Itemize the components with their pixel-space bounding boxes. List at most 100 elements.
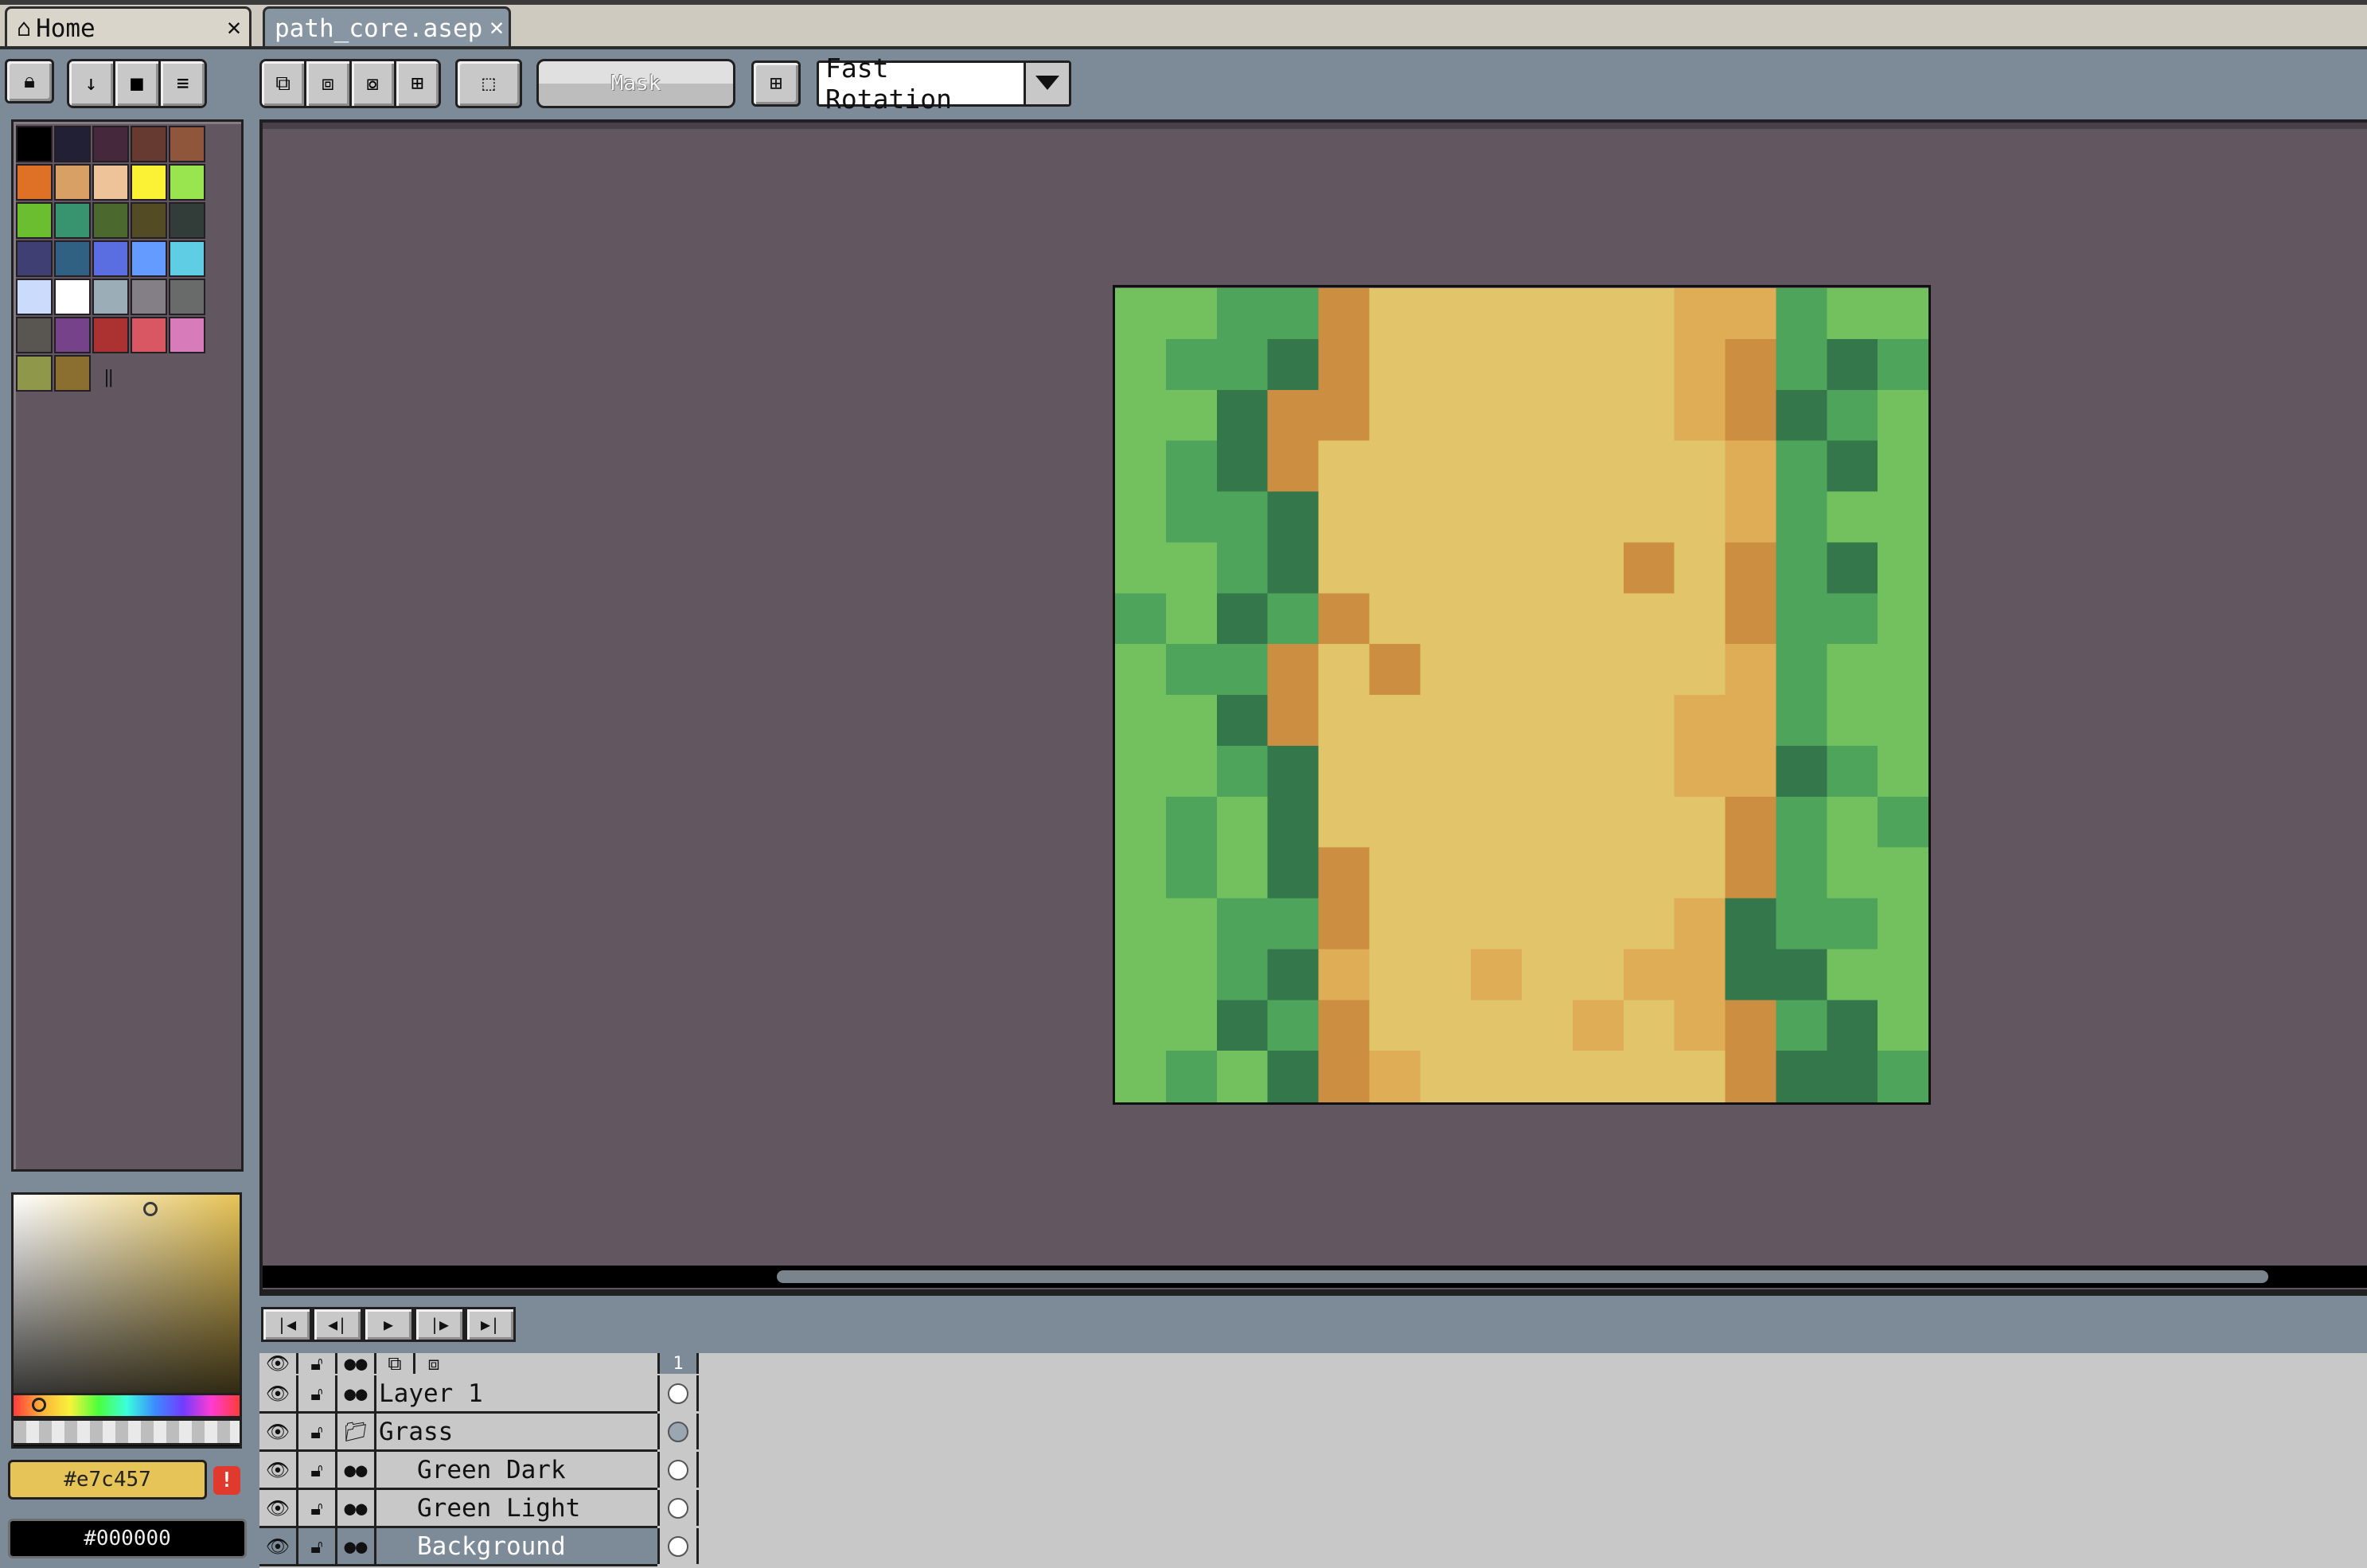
palette-swatch[interactable] [169,164,205,201]
play-button[interactable]: ▶ [363,1307,414,1342]
eye-icon[interactable]: 👁︎ [259,1528,298,1564]
sprite-pixel [1267,695,1320,747]
palette-swatch[interactable] [169,126,205,162]
continuous-icon[interactable]: ●● [337,1528,376,1564]
lock-icon[interactable]: 🔓︎ [298,1452,337,1488]
save-palette-button[interactable]: ■ [115,61,162,106]
layer-row[interactable]: 👁︎ 🔓︎ ●● Background [259,1528,699,1566]
add-selection-button[interactable]: ⧈ [306,61,352,106]
palette-resize-handle[interactable]: ‖ [103,368,114,388]
palette-swatch[interactable] [92,126,129,162]
palette-swatch[interactable] [54,240,91,277]
picker-cursor[interactable] [143,1202,158,1216]
palette-swatch[interactable] [131,317,167,353]
lock-icon[interactable]: 🔓︎ [298,1375,337,1411]
palette-swatch[interactable] [54,126,91,162]
link-icon[interactable]: ⧉ [376,1352,415,1375]
palette-swatch[interactable] [92,279,129,315]
palette-swatch[interactable] [169,317,205,353]
lock-button[interactable]: 🔒︎ [5,59,54,103]
cel[interactable] [657,1490,699,1526]
palette-swatch[interactable] [92,240,129,277]
pivot-button[interactable]: ⊞ [751,60,801,107]
eye-icon[interactable]: 👁︎ [259,1375,298,1411]
palette-swatch[interactable] [16,317,53,353]
close-icon[interactable]: ✕ [227,14,241,41]
lock-icon[interactable]: 🔓︎ [298,1528,337,1564]
rotation-algorithm-select[interactable]: Fast Rotation [817,53,1071,115]
continuous-icon[interactable]: ●● [337,1452,376,1488]
layer-row[interactable]: 👁︎ 🔓︎ ●● Layer 1 [259,1375,699,1414]
frame-header-1[interactable]: 1 [657,1353,699,1374]
cel[interactable] [657,1528,699,1564]
subtract-selection-button[interactable]: ⧇ [352,61,396,106]
lock-icon[interactable]: 🔓︎ [298,1352,337,1375]
sprite-pixel [1216,491,1269,544]
eye-icon[interactable]: 👁︎ [259,1452,298,1488]
continuous-icon[interactable]: ●● [337,1490,376,1526]
palette-swatch[interactable] [16,126,53,162]
next-frame-button[interactable]: |▶ [414,1307,465,1342]
palette-swatch[interactable] [92,164,129,201]
palette-swatch[interactable] [92,202,129,239]
background-color-field[interactable]: #000000 [8,1519,247,1558]
eye-icon[interactable]: 👁︎ [259,1414,298,1449]
foreground-color-field[interactable]: #e7c457 [8,1460,207,1500]
first-frame-button[interactable]: |◀ [261,1307,312,1342]
palette-swatch[interactable] [131,279,167,315]
intersect-selection-button[interactable]: ⊞ [396,61,439,106]
tab-home[interactable]: ⌂ Home ✕ [5,6,252,48]
layer-row[interactable]: 👁︎ 🔓︎ ●● Green Light [259,1490,699,1528]
sort-down-button[interactable]: ↓ [69,61,115,106]
layer-row[interactable]: 👁︎ 🔓︎ ●● Green Dark [259,1452,699,1490]
chevron-down-icon[interactable] [1024,63,1069,104]
palette-menu-button[interactable]: ≡ [161,61,205,106]
palette-swatch[interactable] [169,240,205,277]
folder-icon[interactable]: 📁︎ [337,1414,376,1449]
palette-swatch[interactable] [54,279,91,315]
alpha-slider[interactable] [11,1418,242,1445]
cel[interactable] [657,1452,699,1488]
tab-path-core[interactable]: path_core.asep ✕ [263,6,511,48]
lock-icon[interactable]: 🔓︎ [298,1490,337,1526]
palette-swatch[interactable] [131,126,167,162]
sprite-pixel [1776,1051,1828,1102]
palette-swatch[interactable] [169,202,205,239]
previous-frame-button[interactable]: ◀| [312,1307,363,1342]
sprite-pixel [1623,1051,1675,1102]
cel[interactable] [657,1375,699,1411]
palette-swatch[interactable] [92,317,129,353]
palette-swatch[interactable] [16,355,53,392]
layer-row[interactable]: 👁︎ 🔓︎ 📁︎ Grass [259,1414,699,1452]
sprite-pixel [1471,796,1523,848]
eye-icon[interactable]: 👁︎ [259,1352,298,1375]
palette-swatch[interactable] [16,279,53,315]
transparent-color-button[interactable]: ⬚ [455,59,522,108]
layer-options-icon[interactable]: ⧈ [415,1352,452,1375]
lock-icon[interactable]: 🔓︎ [298,1414,337,1449]
sprite-pixel [1572,949,1625,1001]
palette-swatch[interactable] [54,355,91,392]
cel[interactable] [657,1414,699,1449]
last-frame-button[interactable]: ▶| [465,1307,516,1342]
continuous-icon[interactable]: ●● [337,1352,376,1375]
continuous-icon[interactable]: ●● [337,1375,376,1411]
palette-swatch[interactable] [16,164,53,201]
replace-selection-button[interactable]: ⧉ [262,61,307,106]
mask-color-button[interactable]: Mask [536,59,735,108]
palette-swatch[interactable] [54,317,91,353]
horizontal-scrollbar-thumb[interactable] [777,1270,2268,1283]
eye-icon[interactable]: 👁︎ [259,1490,298,1526]
palette-swatch[interactable] [131,164,167,201]
palette-swatch[interactable] [54,164,91,201]
palette-swatch[interactable] [16,202,53,239]
hue-slider-knob[interactable] [32,1398,46,1412]
close-icon[interactable]: ✕ [489,14,504,41]
palette-swatch[interactable] [16,240,53,277]
palette-swatch[interactable] [54,202,91,239]
palette-swatch[interactable] [169,279,205,315]
palette-swatch[interactable] [131,240,167,277]
palette-swatch[interactable] [131,202,167,239]
sprite-canvas[interactable] [1113,285,1931,1105]
warning-icon[interactable]: ! [213,1466,240,1495]
